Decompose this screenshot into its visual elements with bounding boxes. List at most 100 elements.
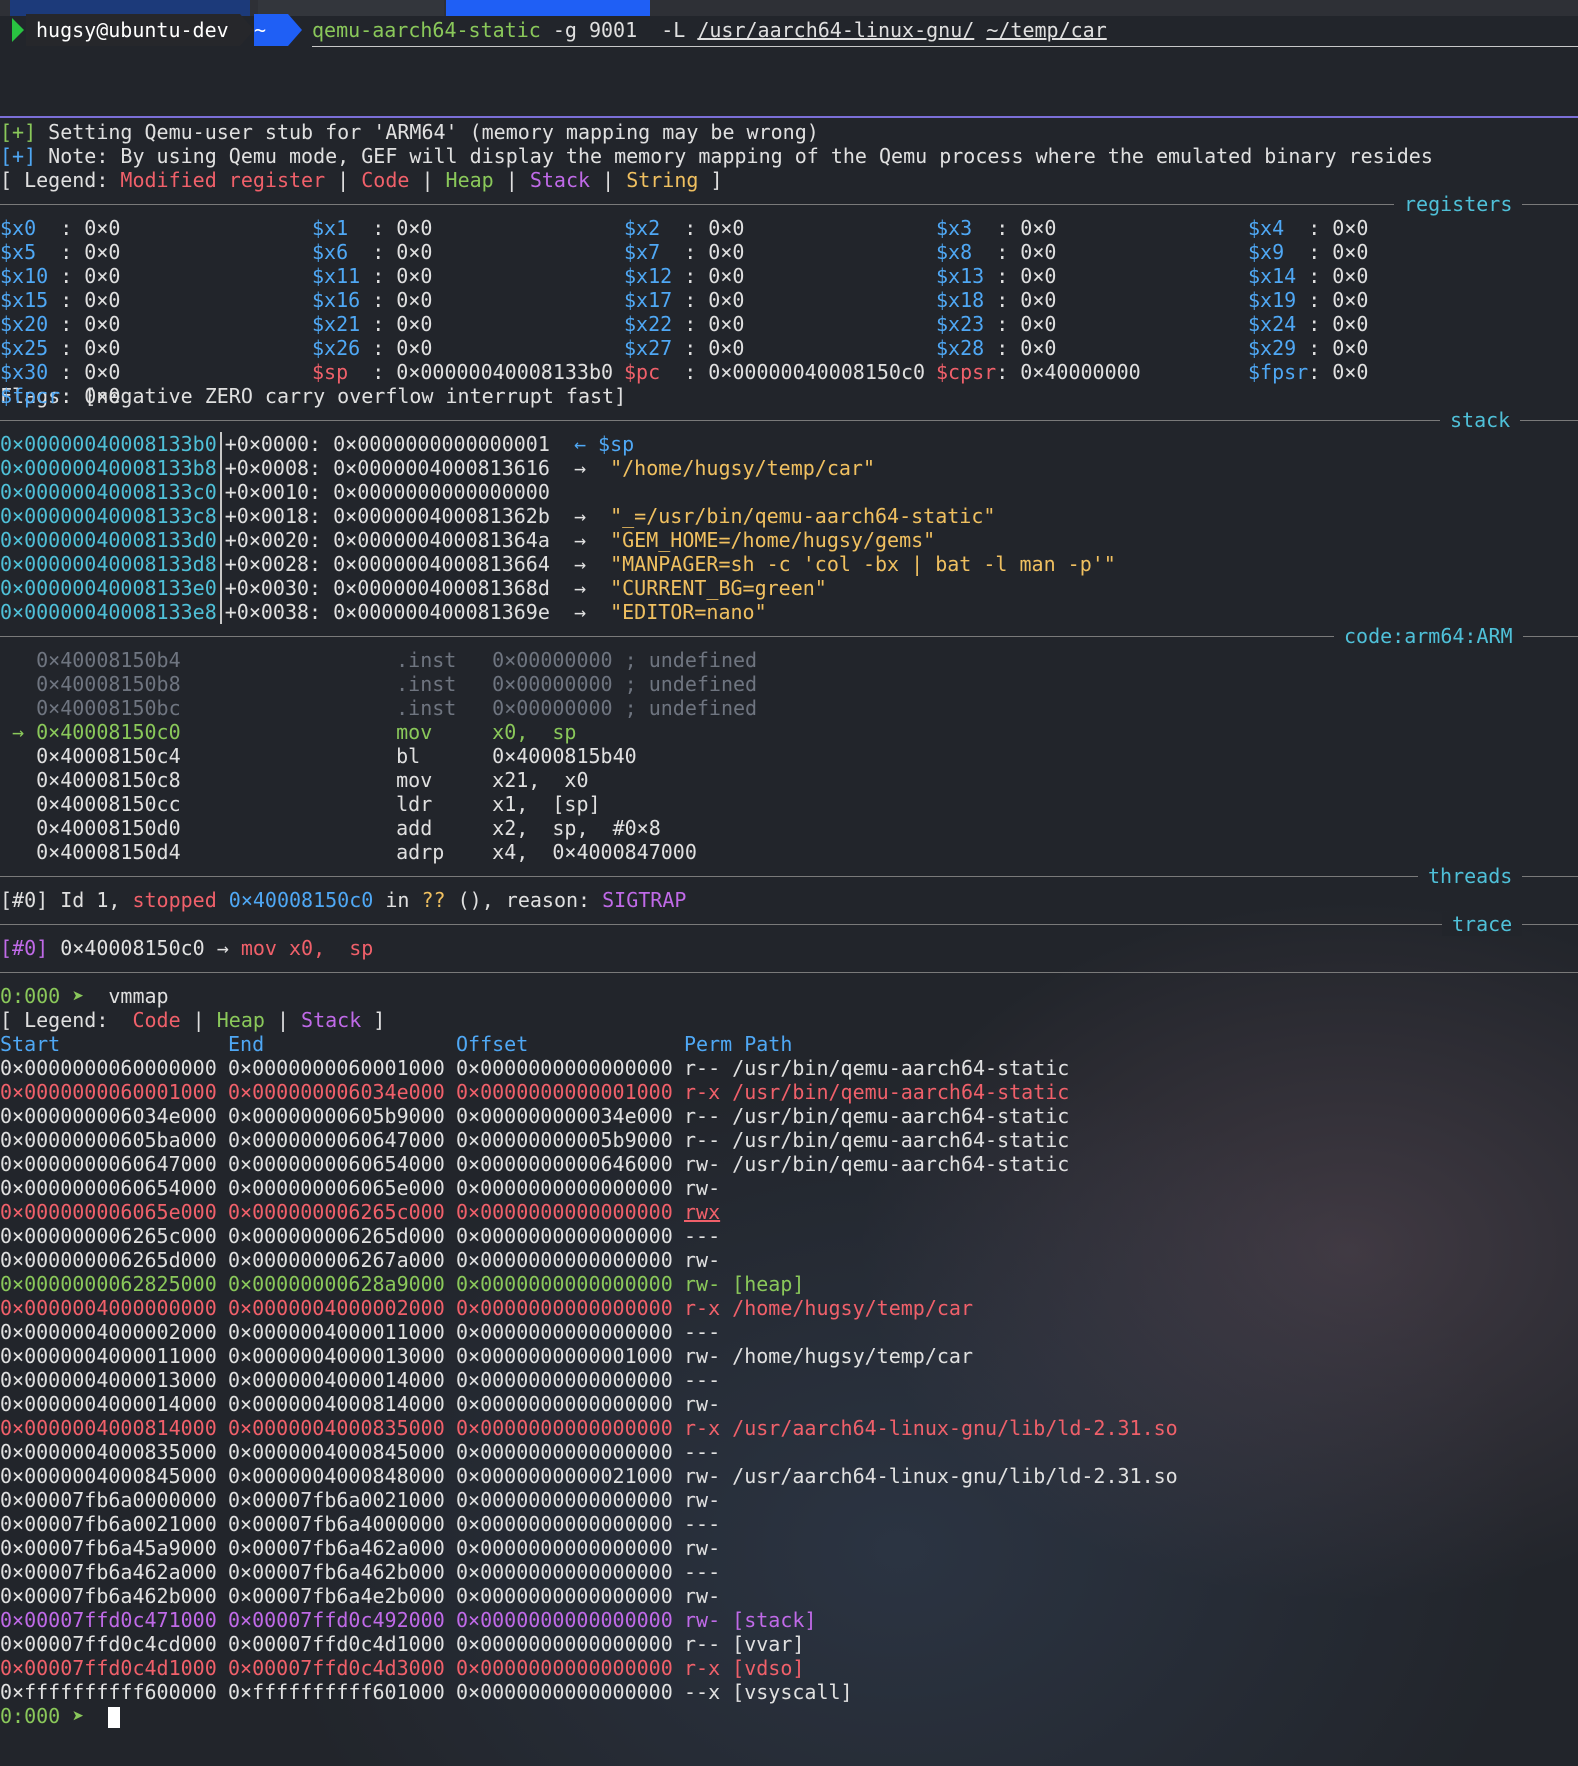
stack-separator xyxy=(220,432,222,456)
command-args: -g 9001 -L xyxy=(540,18,698,42)
vmmap-perm: rwx xyxy=(684,1200,721,1224)
register-name: $x28 xyxy=(936,336,997,360)
vmmap-row: 0×0000000060001000 0×000000006034e000 0×00… xyxy=(0,1080,1578,1104)
stack-ref: $sp xyxy=(598,432,635,456)
code-mnemonic: .inst xyxy=(396,672,469,696)
register-value: : 0×0 xyxy=(60,384,121,408)
vmmap-perm: rw- xyxy=(684,1392,721,1416)
command-input[interactable]: qemu-aarch64-static -g 9001 -L /usr/aarc… xyxy=(312,14,1578,47)
register-name: $x16 xyxy=(312,288,373,312)
register-cell: $x19 : 0×0 xyxy=(1248,288,1368,312)
register-name: $x1 xyxy=(312,216,373,240)
vmmap-end: 0×00007fb6a4000000 xyxy=(228,1512,445,1536)
vmmap-offset: 0×0000000000000000 xyxy=(456,1488,673,1512)
register-name: $pc xyxy=(624,360,685,384)
vmmap-offset: 0×0000000000000000 xyxy=(456,1176,673,1200)
register-name: $x25 xyxy=(0,336,61,360)
stack-offset: +0×0038: xyxy=(224,600,334,624)
vmmap-perm: --- xyxy=(684,1320,721,1344)
vmmap-start: 0×000000006265d000 xyxy=(0,1248,217,1272)
stack-value: 0×000000400081368d xyxy=(333,576,550,600)
register-value: : 0×0 xyxy=(60,312,121,336)
vmmap-path: /home/hugsy/temp/car xyxy=(732,1344,973,1368)
stack-separator xyxy=(220,504,222,528)
stack-ref: "_=/usr/bin/qemu-aarch64-static" xyxy=(610,504,996,528)
stack-separator xyxy=(220,576,222,600)
vmmap-end: 0×0000004000011000 xyxy=(228,1320,445,1344)
vmmap-end: 0×00007ffd0c492000 xyxy=(228,1608,445,1632)
stack-address: 0×00000040008133e0 xyxy=(0,576,217,600)
vmmap-path: [vsyscall] xyxy=(732,1680,853,1704)
terminal-output[interactable]: [+] Setting Qemu-user stub for 'ARM64' (… xyxy=(0,120,1578,1728)
register-cell: $fpsr: 0×0 xyxy=(1248,360,1368,384)
register-name: $x17 xyxy=(624,288,685,312)
stack-address: 0×00000040008133d8 xyxy=(0,552,217,576)
vmmap-offset: 0×0000000000000000 xyxy=(456,1656,673,1680)
register-name: $fpcr xyxy=(0,384,61,408)
register-cell: $pc : 0×00000040008150c0 xyxy=(624,360,925,384)
register-name: $x20 xyxy=(0,312,61,336)
stack-offset: +0×0000: xyxy=(224,432,334,456)
stack-value: 0×000000400081364a xyxy=(333,528,550,552)
vmmap-offset: 0×0000000000000000 xyxy=(456,1536,673,1560)
vmmap-start: 0×00007ffd0c4d1000 xyxy=(0,1656,217,1680)
register-name: $x22 xyxy=(624,312,685,336)
register-cell: $x22 : 0×0 xyxy=(624,312,744,336)
vmmap-perm: rw- xyxy=(684,1248,721,1272)
vmmap-perm: r-- xyxy=(684,1104,721,1128)
vmmap-end: 0×000000006265d000 xyxy=(228,1224,445,1248)
code-mnemonic: bl xyxy=(396,744,469,768)
code-marker: → xyxy=(0,720,37,744)
vmmap-row: 0×0000004000002000 0×0000004000011000 0×00… xyxy=(0,1320,1578,1344)
vmmap-start: 0×0000000060647000 xyxy=(0,1152,217,1176)
vmmap-row: 0×000000006265c000 0×000000006265d000 0×00… xyxy=(0,1224,1578,1248)
stack-separator xyxy=(220,480,222,504)
vmmap-perm: r-x xyxy=(684,1656,721,1680)
code-panel: 0×40008150b4 .inst 0×00000000 ; undefined… xyxy=(0,648,1578,864)
vmmap-start: 0×0000000062825000 xyxy=(0,1272,217,1296)
register-value: : 0×0 xyxy=(60,360,121,384)
register-value: : 0×0 xyxy=(684,216,745,240)
stack-address: 0×00000040008133d0 xyxy=(0,528,217,552)
stack-row: 0×00000040008133c0 +0×0010: 0×00000000000… xyxy=(0,480,1578,504)
code-mnemonic: .inst xyxy=(396,648,469,672)
gef-prompt-line[interactable]: 0:000 ➤ xyxy=(0,1704,1578,1728)
register-cell: $x24 : 0×0 xyxy=(1248,312,1368,336)
vmmap-row: 0×000000006034e000 0×00000000605b9000 0×00… xyxy=(0,1104,1578,1128)
vmmap-end: 0×0000004000845000 xyxy=(228,1440,445,1464)
vmmap-offset: 0×0000000000000000 xyxy=(456,1440,673,1464)
vmmap-row: 0×0000000060000000 0×0000000060001000 0×00… xyxy=(0,1056,1578,1080)
code-row: 0×40008150b4 .inst 0×00000000 ; undefined xyxy=(0,648,1578,672)
vmmap-start: 0×00007ffd0c471000 xyxy=(0,1608,217,1632)
register-value: : 0×0 xyxy=(996,216,1057,240)
register-value: : 0×0 xyxy=(996,288,1057,312)
vmmap-perm: --- xyxy=(684,1224,721,1248)
vmmap-start: 0×00007fb6a462a000 xyxy=(0,1560,217,1584)
vmmap-end: 0×00000000605b9000 xyxy=(228,1104,445,1128)
code-row: 0×40008150c4 bl 0×4000815b40 xyxy=(0,744,1578,768)
vmmap-perm: rw- xyxy=(684,1608,721,1632)
register-name: $x15 xyxy=(0,288,61,312)
section-header-trace: trace xyxy=(0,912,1578,936)
vmmap-end: 0×00007ffd0c4d3000 xyxy=(228,1656,445,1680)
vmmap-start: 0×0000004000000000 xyxy=(0,1296,217,1320)
stack-ref: "EDITOR=nano" xyxy=(610,600,767,624)
vmmap-end: 0×0000004000013000 xyxy=(228,1344,445,1368)
vmmap-end: 0×0000004000014000 xyxy=(228,1368,445,1392)
vmmap-perm: r-- xyxy=(684,1056,721,1080)
register-value: : 0×0 xyxy=(60,264,121,288)
vmmap-row: 0×0000004000000000 0×0000004000002000 0×00… xyxy=(0,1296,1578,1320)
register-cell: $x21 : 0×0 xyxy=(312,312,432,336)
vmmap-offset: 0×0000000000000000 xyxy=(456,1392,673,1416)
code-row: 0×40008150d0 add x2, sp, #0×8 xyxy=(0,816,1578,840)
stack-separator xyxy=(220,456,222,480)
vmmap-start: 0×0000004000002000 xyxy=(0,1320,217,1344)
section-header-code: code:arm64:ARM xyxy=(0,624,1578,648)
section-header-threads: threads xyxy=(0,864,1578,888)
vmmap-path: /usr/bin/qemu-aarch64-static xyxy=(732,1104,1070,1128)
vmmap-row: 0×0000004000013000 0×0000004000014000 0×00… xyxy=(0,1368,1578,1392)
stack-arrow: → xyxy=(549,552,611,576)
vmmap-row: 0×00000000605ba000 0×0000000060647000 0×00… xyxy=(0,1128,1578,1152)
stack-address: 0×00000040008133b0 xyxy=(0,432,217,456)
command-name: qemu-aarch64-static xyxy=(312,18,541,42)
